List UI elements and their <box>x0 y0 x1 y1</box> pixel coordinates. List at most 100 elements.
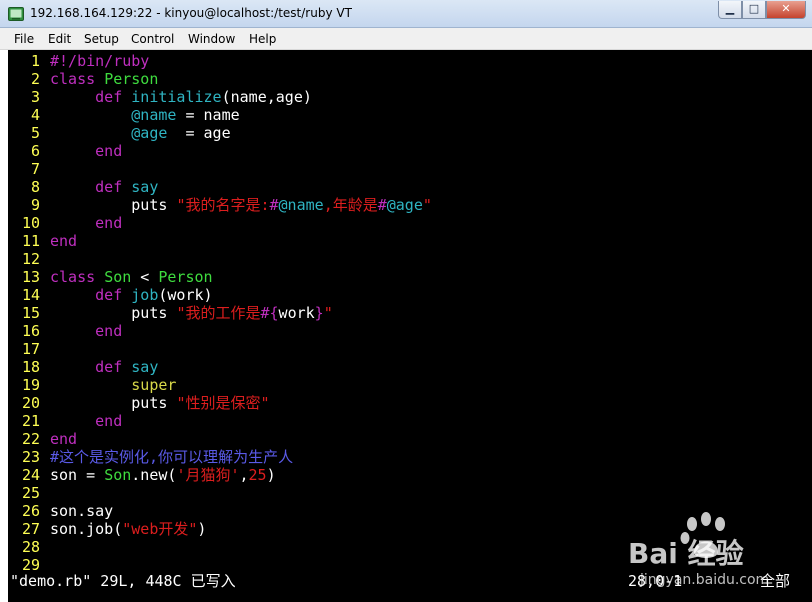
code-text: end <box>50 412 122 430</box>
code-token: @age <box>131 124 168 142</box>
code-token: Person <box>104 70 159 88</box>
window-title: 192.168.164.129:22 - kinyou@localhost:/t… <box>30 6 352 20</box>
terminal-icon <box>8 7 24 21</box>
line-number: 15 <box>21 304 40 322</box>
code-text: puts "我的工作是#{work}" <box>50 304 333 322</box>
line-number: 7 <box>30 160 40 178</box>
watermark-brand: Bai 经验 <box>628 537 744 570</box>
code-text: puts "我的名字是:#@name,年龄是#@age" <box>50 196 432 214</box>
code-token: super <box>131 376 177 394</box>
title-bar[interactable]: 192.168.164.129:22 - kinyou@localhost:/t… <box>0 0 812 28</box>
code-token: @name <box>131 106 177 124</box>
vim-status-message: "demo.rb" 29L, 448C 已写入 <box>10 572 236 590</box>
line-number: 12 <box>21 250 40 268</box>
code-token: (name,age) <box>221 88 312 106</box>
code-token: = name <box>176 106 240 124</box>
code-token: 25 <box>248 466 267 484</box>
code-token: initialize <box>131 88 222 106</box>
code-text: @name = name <box>50 106 240 124</box>
code-token: end <box>95 214 123 232</box>
line-number: 11 <box>21 232 40 250</box>
menu-window[interactable]: Window <box>188 32 235 46</box>
maximize-button[interactable]: □ <box>742 1 766 19</box>
code-token: class <box>50 70 105 88</box>
menu-bar: File Edit Setup Control Window Help <box>0 28 812 50</box>
menu-setup[interactable]: Setup <box>84 32 119 46</box>
code-text: def say <box>50 358 158 376</box>
menu-help[interactable]: Help <box>249 32 276 46</box>
code-token: say <box>131 358 159 376</box>
line-number: 10 <box>21 214 40 232</box>
line-number: 16 <box>21 322 40 340</box>
line-number: 25 <box>21 484 40 502</box>
menu-file[interactable]: File <box>14 32 34 46</box>
code-text: def initialize(name,age) <box>50 88 312 106</box>
code-token: Person <box>158 268 213 286</box>
code-text: son.say <box>50 502 113 520</box>
line-number: 4 <box>30 106 40 124</box>
code-token: @age <box>386 196 423 214</box>
code-text: def say <box>50 178 158 196</box>
code-token: " <box>323 304 333 322</box>
line-number: 18 <box>21 358 40 376</box>
close-button[interactable]: ✕ <box>766 1 806 19</box>
code-token: end <box>50 430 78 448</box>
code-token: end <box>95 412 123 430</box>
terminal-screen[interactable]: 1 #!/bin/ruby 2 class Person 3 def initializ… <box>8 50 812 602</box>
code-token: .new( <box>131 466 177 484</box>
line-number: 13 <box>21 268 40 286</box>
code-text: class Person <box>50 70 158 88</box>
menu-edit[interactable]: Edit <box>48 32 71 46</box>
code-token: job <box>131 286 159 304</box>
line-number: 17 <box>21 340 40 358</box>
code-text: super <box>50 376 176 394</box>
code-token: Son <box>104 268 132 286</box>
code-text: end <box>50 142 122 160</box>
menu-control[interactable]: Control <box>131 32 174 46</box>
code-token: @name <box>278 196 324 214</box>
code-token: work <box>278 304 315 322</box>
code-text: def job(work) <box>50 286 213 304</box>
code-text: end <box>50 322 122 340</box>
line-number: 5 <box>30 124 40 142</box>
cursor-position: 28,0-1 <box>628 572 683 590</box>
line-number: 14 <box>21 286 40 304</box>
window-controls: ▁ □ ✕ <box>718 1 806 20</box>
code-token: end <box>95 142 123 160</box>
code-token: } <box>314 304 324 322</box>
code-text: son.job("web开发") <box>50 520 206 538</box>
line-number: 28 <box>21 538 40 556</box>
code-token: ) <box>266 466 276 484</box>
code-token: def <box>95 358 132 376</box>
code-token: ,年龄是 <box>323 196 378 214</box>
code-token: (work) <box>158 286 213 304</box>
line-number: 26 <box>21 502 40 520</box>
line-number: 23 <box>21 448 40 466</box>
line-number: 21 <box>21 412 40 430</box>
code-token: "web开发" <box>122 520 198 538</box>
line-number: 3 <box>30 88 40 106</box>
line-number: 8 <box>30 178 40 196</box>
code-token: = age <box>167 124 231 142</box>
code-text: end <box>50 214 122 232</box>
code-token: son.say <box>50 502 114 520</box>
code-token: #这个是实例化,你可以理解为生产人 <box>50 448 294 466</box>
code-token: ) <box>197 520 207 538</box>
line-number: 27 <box>21 520 40 538</box>
line-number: 19 <box>21 376 40 394</box>
code-token: def <box>95 88 132 106</box>
code-text: end <box>50 232 77 250</box>
minimize-button[interactable]: ▁ <box>718 1 742 19</box>
code-token: end <box>95 322 123 340</box>
code-token: # <box>269 196 279 214</box>
